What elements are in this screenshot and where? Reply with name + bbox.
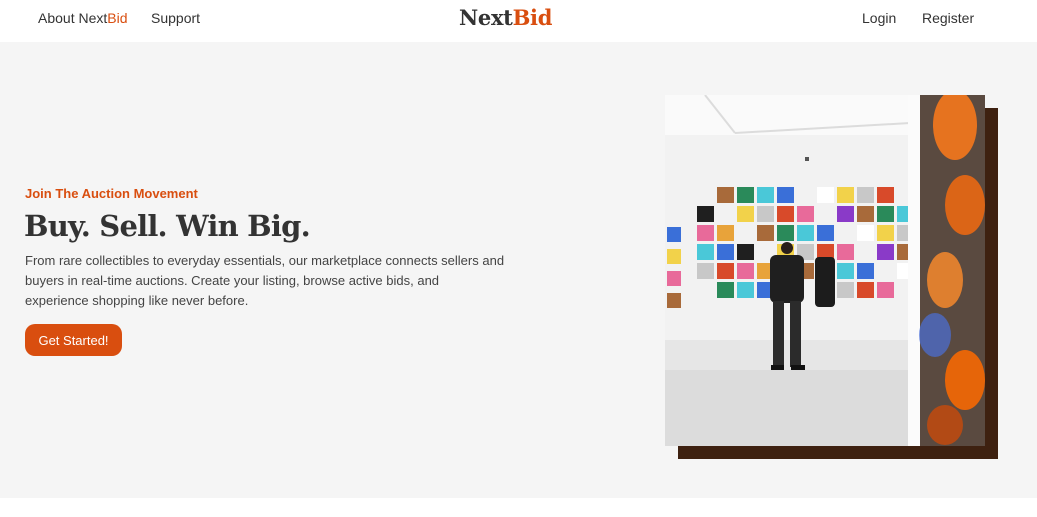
nav-about-link[interactable]: About NextBid (38, 10, 128, 26)
logo-suffix: Bid (512, 5, 553, 30)
about-suffix: Bid (107, 10, 128, 26)
hero-eyebrow: Join The Auction Movement (25, 186, 198, 201)
logo-prefix: Next (459, 5, 513, 30)
nav-register-link[interactable]: Register (922, 10, 974, 26)
hero-gallery-image (665, 95, 985, 446)
get-started-button[interactable]: Get Started! (25, 324, 122, 356)
hero-section: Join The Auction Movement Buy. Sell. Win… (0, 42, 1037, 498)
logo[interactable]: NextBid (459, 6, 552, 30)
nav-support-link[interactable]: Support (151, 10, 200, 26)
nav-login-link[interactable]: Login (862, 10, 896, 26)
top-navbar: About NextBid Support NextBid Login Regi… (0, 0, 1037, 42)
about-prefix: About Next (38, 10, 108, 26)
hero-description: From rare collectibles to everyday essen… (25, 253, 505, 308)
hero-headline: Buy. Sell. Win Big. (24, 209, 311, 243)
